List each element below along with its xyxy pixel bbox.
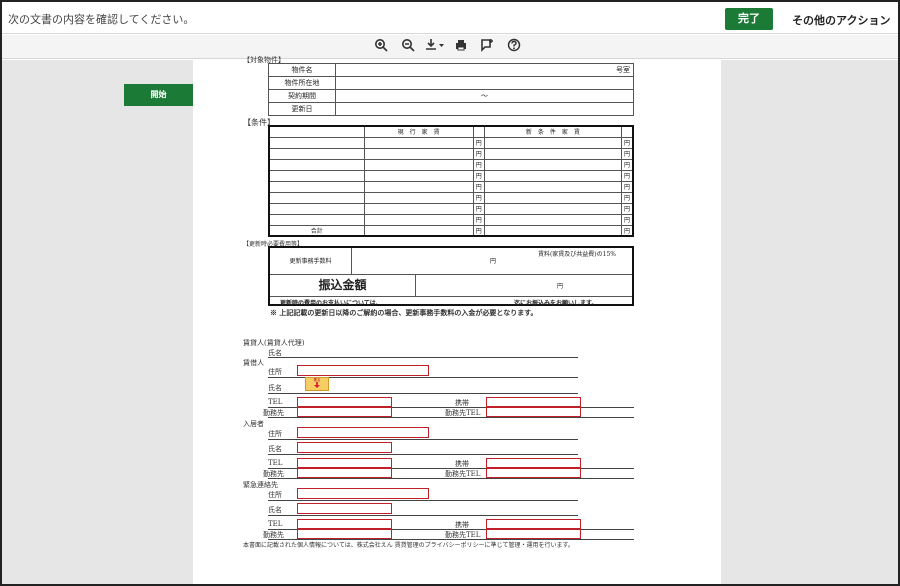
privacy-note: 本書面に記載された個人情報については、株式会社えん 賃貸管理のプライバシーポリシ… — [243, 542, 574, 549]
lessee-address-field[interactable] — [297, 365, 429, 376]
conditions-row: 円円 — [268, 158, 634, 171]
zoom-in-icon[interactable] — [372, 38, 390, 56]
renewal-date-label: 更新日 — [268, 102, 336, 116]
fee-rate: 賃料(家賃及び共益費)の15% — [537, 251, 616, 258]
lessee-tel-label: TEL — [268, 398, 283, 406]
lessee-workplace-field[interactable] — [297, 407, 392, 417]
emergency-workplace-tel-field[interactable] — [486, 529, 581, 539]
lessee-tel-field[interactable] — [297, 397, 392, 407]
emergency-workplace-field[interactable] — [297, 529, 392, 539]
resident-address-field[interactable] — [297, 427, 429, 438]
other-actions-menu[interactable]: その他のアクション — [792, 12, 890, 28]
help-icon[interactable] — [505, 38, 523, 56]
lessee-mobile-field[interactable] — [486, 397, 581, 407]
conditions-row: 円円 — [268, 169, 634, 182]
payment-note-left: 更新時の費用のお支払いについては、 — [280, 300, 382, 307]
comment-icon[interactable] — [478, 38, 496, 56]
signature-tag[interactable]: 署名 — [305, 377, 329, 391]
emergency-name-field[interactable] — [297, 503, 392, 514]
new-rent-header: 新 条 件 家 賃 — [483, 125, 622, 138]
conditions-table: 現 行 家 賃 新 条 件 家 賃 円円 円円 円円 円円 円円 円円 円円 円… — [268, 125, 634, 237]
emergency-tel-label: TEL — [268, 520, 283, 528]
emergency-contact-label: 緊急連絡先 — [243, 481, 278, 489]
renewal-fee-label: 更新事務手数料 — [270, 248, 352, 275]
lessee-workplace-tel-field[interactable] — [486, 407, 581, 417]
document-toolbar — [2, 35, 898, 59]
emergency-address-label: 住所 — [268, 491, 282, 499]
fee-box: 更新事務手数料 賃料(家賃及び共益費)の15% 円 振込金額 円 更新時の費用の… — [268, 246, 634, 307]
transfer-amount-label: 振込金額 — [270, 275, 416, 296]
conditions-row: 円円 — [268, 147, 634, 160]
lessee-label: 賃借人 — [243, 359, 264, 367]
conditions-row: 円円 — [268, 136, 634, 149]
conditions-row: 円円 — [268, 213, 634, 226]
print-icon[interactable] — [452, 38, 470, 56]
resident-tel-label: TEL — [268, 459, 283, 467]
transfer-yen: 円 — [557, 283, 564, 290]
emergency-tel-field[interactable] — [297, 519, 392, 529]
property-table: 物件名 号室 物件所在地 契約期間～ 更新日 — [268, 63, 634, 116]
document-page: 【対象物件】 物件名 号室 物件所在地 契約期間～ 更新日 【条件】 現 行 家 … — [193, 56, 721, 584]
payment-note-right: 迄にお振込みをお願いします。 — [514, 300, 598, 307]
resident-address-label: 住所 — [268, 430, 282, 438]
property-name-label: 物件名 — [268, 63, 336, 77]
conditions-row: 円円 — [268, 180, 634, 193]
window-frame: 次の文書の内容を確認してください。 完了 その他のアクション 開始 【対象物件】… — [0, 0, 900, 586]
emergency-mobile-field[interactable] — [486, 519, 581, 529]
start-button[interactable]: 開始 — [124, 84, 193, 106]
instruction-text: 次の文書の内容を確認してください。 — [8, 13, 195, 26]
conditions-total-row: 合計円円 — [268, 224, 634, 237]
cancellation-notice: ※ 上記記載の更新日以降のご解約の場合、更新事務手数料の入金が必要となります。 — [270, 308, 538, 317]
contract-period-separator: ～ — [335, 89, 634, 103]
top-bar: 次の文書の内容を確認してください。 完了 その他のアクション — [2, 2, 898, 34]
lessor-label: 賃貸人(賃貸人代理) — [243, 339, 305, 347]
renewal-date-value — [335, 102, 634, 116]
property-address-value — [335, 76, 634, 90]
finish-button[interactable]: 完了 — [725, 8, 773, 30]
emergency-address-field[interactable] — [297, 488, 429, 499]
resident-workplace-tel-field[interactable] — [486, 468, 581, 478]
room-suffix: 号室 — [335, 63, 634, 77]
property-address-label: 物件所在地 — [268, 76, 336, 90]
download-icon[interactable] — [424, 38, 446, 56]
zoom-out-icon[interactable] — [399, 38, 417, 56]
document-canvas[interactable]: 開始 【対象物件】 物件名 号室 物件所在地 契約期間～ 更新日 【条件】 現 行… — [2, 56, 898, 584]
lessee-name-label: 氏名 — [268, 384, 282, 392]
resident-name-label: 氏名 — [268, 445, 282, 453]
contract-period-label: 契約期間 — [268, 89, 336, 103]
fee-yen: 円 — [490, 258, 497, 265]
current-rent-header: 現 行 家 賃 — [363, 125, 474, 138]
conditions-row: 円円 — [268, 202, 634, 215]
lessee-address-label: 住所 — [268, 368, 282, 376]
resident-name-field[interactable] — [297, 442, 392, 453]
resident-label: 入居者 — [243, 420, 264, 428]
conditions-row: 円円 — [268, 191, 634, 204]
resident-workplace-field[interactable] — [297, 468, 392, 478]
resident-tel-field[interactable] — [297, 458, 392, 468]
emergency-name-label: 氏名 — [268, 506, 282, 514]
resident-mobile-field[interactable] — [486, 458, 581, 468]
